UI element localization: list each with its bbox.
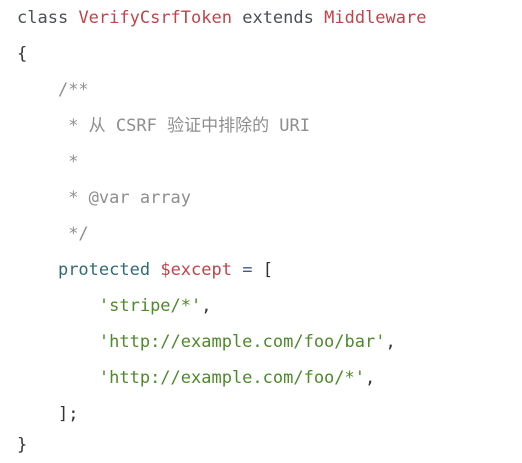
code-line-13: } xyxy=(17,435,28,455)
doc-comment-blank: * xyxy=(57,152,79,172)
code-line-1: class VerifyCsrfToken extends Middleware xyxy=(17,0,426,36)
except-variable: $except xyxy=(160,260,232,280)
class-name: VerifyCsrfToken xyxy=(78,8,232,28)
code-line-4: * 从 CSRF 验证中排除的 URI xyxy=(17,108,310,144)
doc-comment-close: */ xyxy=(57,224,89,244)
array-open-bracket: [ xyxy=(262,260,273,280)
protected-keyword: protected xyxy=(57,260,151,280)
string-foo-wildcard: 'http://example.com/foo/*' xyxy=(98,368,365,388)
code-line-9: 'stripe/*', xyxy=(17,288,212,324)
class-keyword: class xyxy=(17,8,69,28)
code-line-8: protected $except = [ xyxy=(17,252,273,288)
doc-comment-var: * @var array xyxy=(57,188,192,208)
comma: , xyxy=(201,296,212,316)
code-block: class VerifyCsrfToken extends Middleware… xyxy=(0,0,522,463)
code-line-11: 'http://example.com/foo/*', xyxy=(17,360,375,396)
code-line-6: * @var array xyxy=(17,180,191,216)
comma: , xyxy=(365,368,376,388)
code-line-5: * xyxy=(17,144,78,180)
comma: , xyxy=(385,332,396,352)
code-line-7: */ xyxy=(17,216,89,252)
parent-class-name: Middleware xyxy=(324,8,427,28)
code-line-3: /** xyxy=(17,72,89,108)
array-close: ]; xyxy=(57,404,79,424)
string-stripe: 'stripe/*' xyxy=(98,296,202,316)
string-foo-bar: 'http://example.com/foo/bar' xyxy=(98,332,386,352)
code-line-10: 'http://example.com/foo/bar', xyxy=(17,324,396,360)
assign-operator: = xyxy=(242,260,253,280)
doc-comment-description: * 从 CSRF 验证中排除的 URI xyxy=(57,116,311,136)
doc-comment-open: /** xyxy=(57,80,89,100)
extends-keyword: extends xyxy=(242,8,314,28)
code-line-2: { xyxy=(17,44,28,64)
